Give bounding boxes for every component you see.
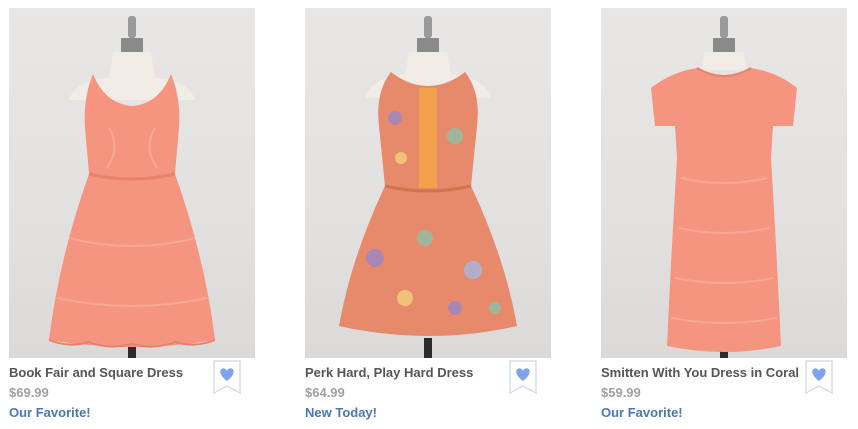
dress-on-mannequin-image bbox=[339, 16, 517, 358]
product-image[interactable] bbox=[305, 8, 551, 358]
favorite-button[interactable] bbox=[805, 360, 833, 394]
favorite-button[interactable] bbox=[509, 360, 537, 394]
product-card: Smitten With You Dress in Coral $59.99 O… bbox=[601, 8, 847, 420]
product-name[interactable]: Book Fair and Square Dress bbox=[9, 365, 209, 380]
heart-bookmark-icon bbox=[805, 360, 833, 394]
product-name[interactable]: Perk Hard, Play Hard Dress bbox=[305, 365, 505, 380]
product-grid: Book Fair and Square Dress $69.99 Our Fa… bbox=[0, 0, 858, 429]
product-tag: Our Favorite! bbox=[601, 405, 683, 420]
product-card: Book Fair and Square Dress $69.99 Our Fa… bbox=[9, 8, 255, 420]
product-price: $69.99 bbox=[9, 385, 49, 400]
dress-on-mannequin-image bbox=[651, 16, 797, 358]
product-tag: New Today! bbox=[305, 405, 377, 420]
product-name[interactable]: Smitten With You Dress in Coral bbox=[601, 365, 801, 380]
heart-bookmark-icon bbox=[213, 360, 241, 394]
product-price: $64.99 bbox=[305, 385, 345, 400]
product-tag: Our Favorite! bbox=[9, 405, 91, 420]
product-image[interactable] bbox=[601, 8, 847, 358]
product-price: $59.99 bbox=[601, 385, 641, 400]
heart-bookmark-icon bbox=[509, 360, 537, 394]
dress-on-mannequin-image bbox=[48, 16, 216, 358]
favorite-button[interactable] bbox=[213, 360, 241, 394]
product-card: Perk Hard, Play Hard Dress $64.99 New To… bbox=[305, 8, 551, 420]
product-image[interactable] bbox=[9, 8, 255, 358]
